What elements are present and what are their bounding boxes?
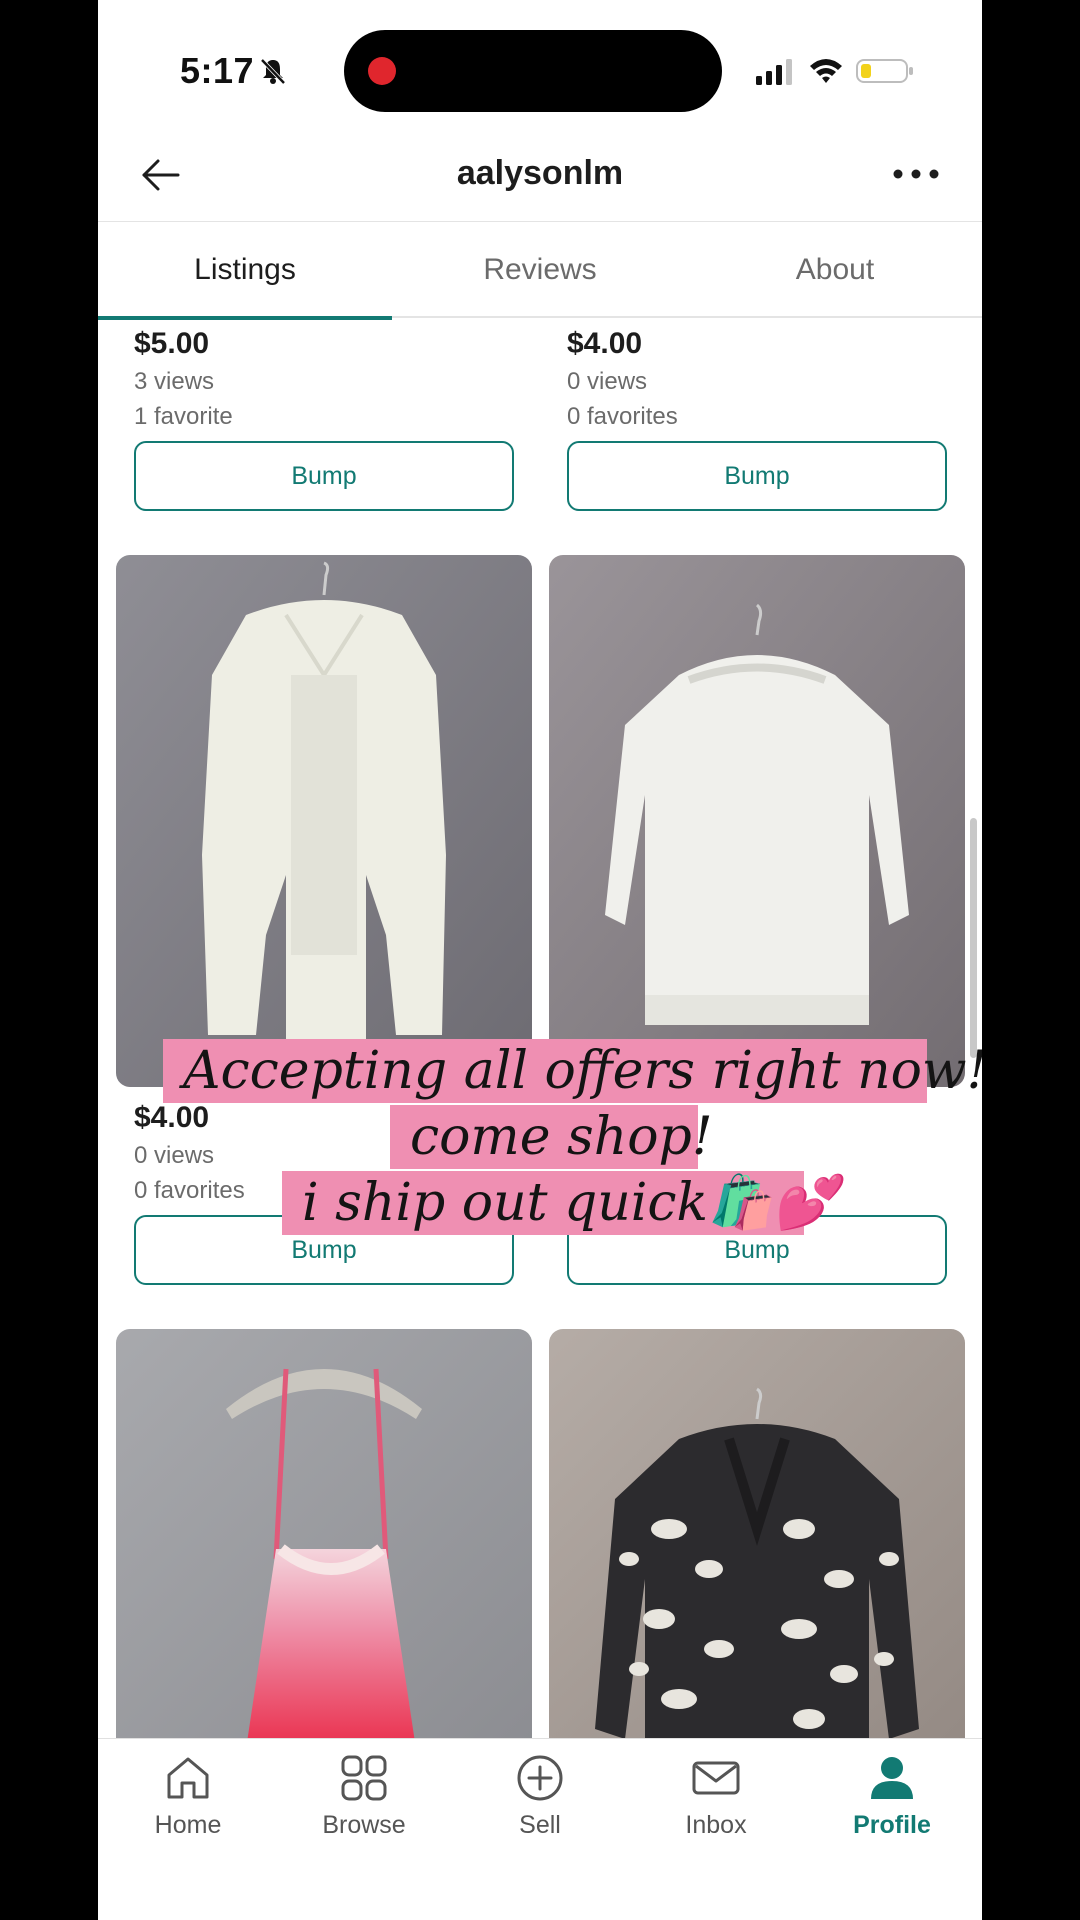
grid-icon [341,1755,387,1801]
nav-label-sell: Sell [519,1811,561,1839]
listing-favorites: 0 favorites [567,403,678,430]
listing-card-info: $5.00 3 views 1 favorite [134,324,514,434]
listing-views: 0 views [567,368,648,395]
listing-photo-white-blouse[interactable] [549,555,965,1087]
nav-label-browse: Browse [322,1811,406,1839]
nav-browse[interactable]: Browse [276,1739,452,1869]
listing-favorites: 1 favorite [134,403,233,430]
mail-icon [692,1761,740,1795]
status-bar: 5:17 [98,0,982,140]
nav-inbox[interactable]: Inbox [628,1739,804,1869]
nav-label-inbox: Inbox [685,1811,747,1839]
phone-screen: 5:17 aalysonlm Listings Reviews About $5… [98,0,982,1920]
profile-icon [871,1757,913,1799]
bump-button[interactable]: Bump [567,441,947,511]
nav-label-home: Home [154,1811,222,1839]
listing-photo-pink-slip-dress[interactable] [116,1329,532,1738]
nav-home[interactable]: Home [100,1739,276,1869]
listing-card-info: $4.00 0 views 0 favorites [567,324,947,434]
profile-tabs: Listings Reviews About [98,222,982,320]
more-options-icon[interactable] [890,166,942,182]
nav-label-profile: Profile [853,1811,931,1839]
listing-price: $5.00 [134,327,210,360]
plus-circle-icon [517,1755,563,1801]
page-title: aalysonlm [456,154,624,192]
scrollbar[interactable] [970,818,977,1058]
listings-grid: $5.00 3 views 1 favorite Bump $4.00 0 vi… [98,318,982,1738]
listing-views: 3 views [134,368,215,395]
overlay-text-line-2: come shop! [390,1105,713,1169]
nav-sell[interactable]: Sell [452,1739,628,1869]
tab-listings[interactable]: Listings [98,222,392,320]
listing-photo-leopard-cardigan[interactable] [549,1329,965,1738]
bottom-navigation: Home Browse Sell Inbox Profile [98,1738,982,1920]
overlay-text-line-3: i ship out quick🛍️💕 [282,1171,838,1235]
cellular-signal-icon [756,59,792,85]
bell-muted-icon [260,58,286,85]
recording-indicator [368,57,396,85]
home-icon [167,1757,209,1799]
dynamic-island [344,30,722,112]
nav-profile[interactable]: Profile [804,1739,980,1869]
battery-icon [856,59,913,83]
bump-button[interactable]: Bump [134,441,514,511]
overlay-text-line-1: Accepting all offers right now!! [163,1039,982,1103]
tab-reviews[interactable]: Reviews [393,222,687,318]
status-time: 5:17 [180,50,255,91]
listing-photo-white-cardigan[interactable] [116,555,532,1087]
app-header: aalysonlm [98,130,982,222]
tab-about[interactable]: About [688,222,982,318]
wifi-icon [810,59,842,83]
listing-price: $4.00 [567,327,643,360]
